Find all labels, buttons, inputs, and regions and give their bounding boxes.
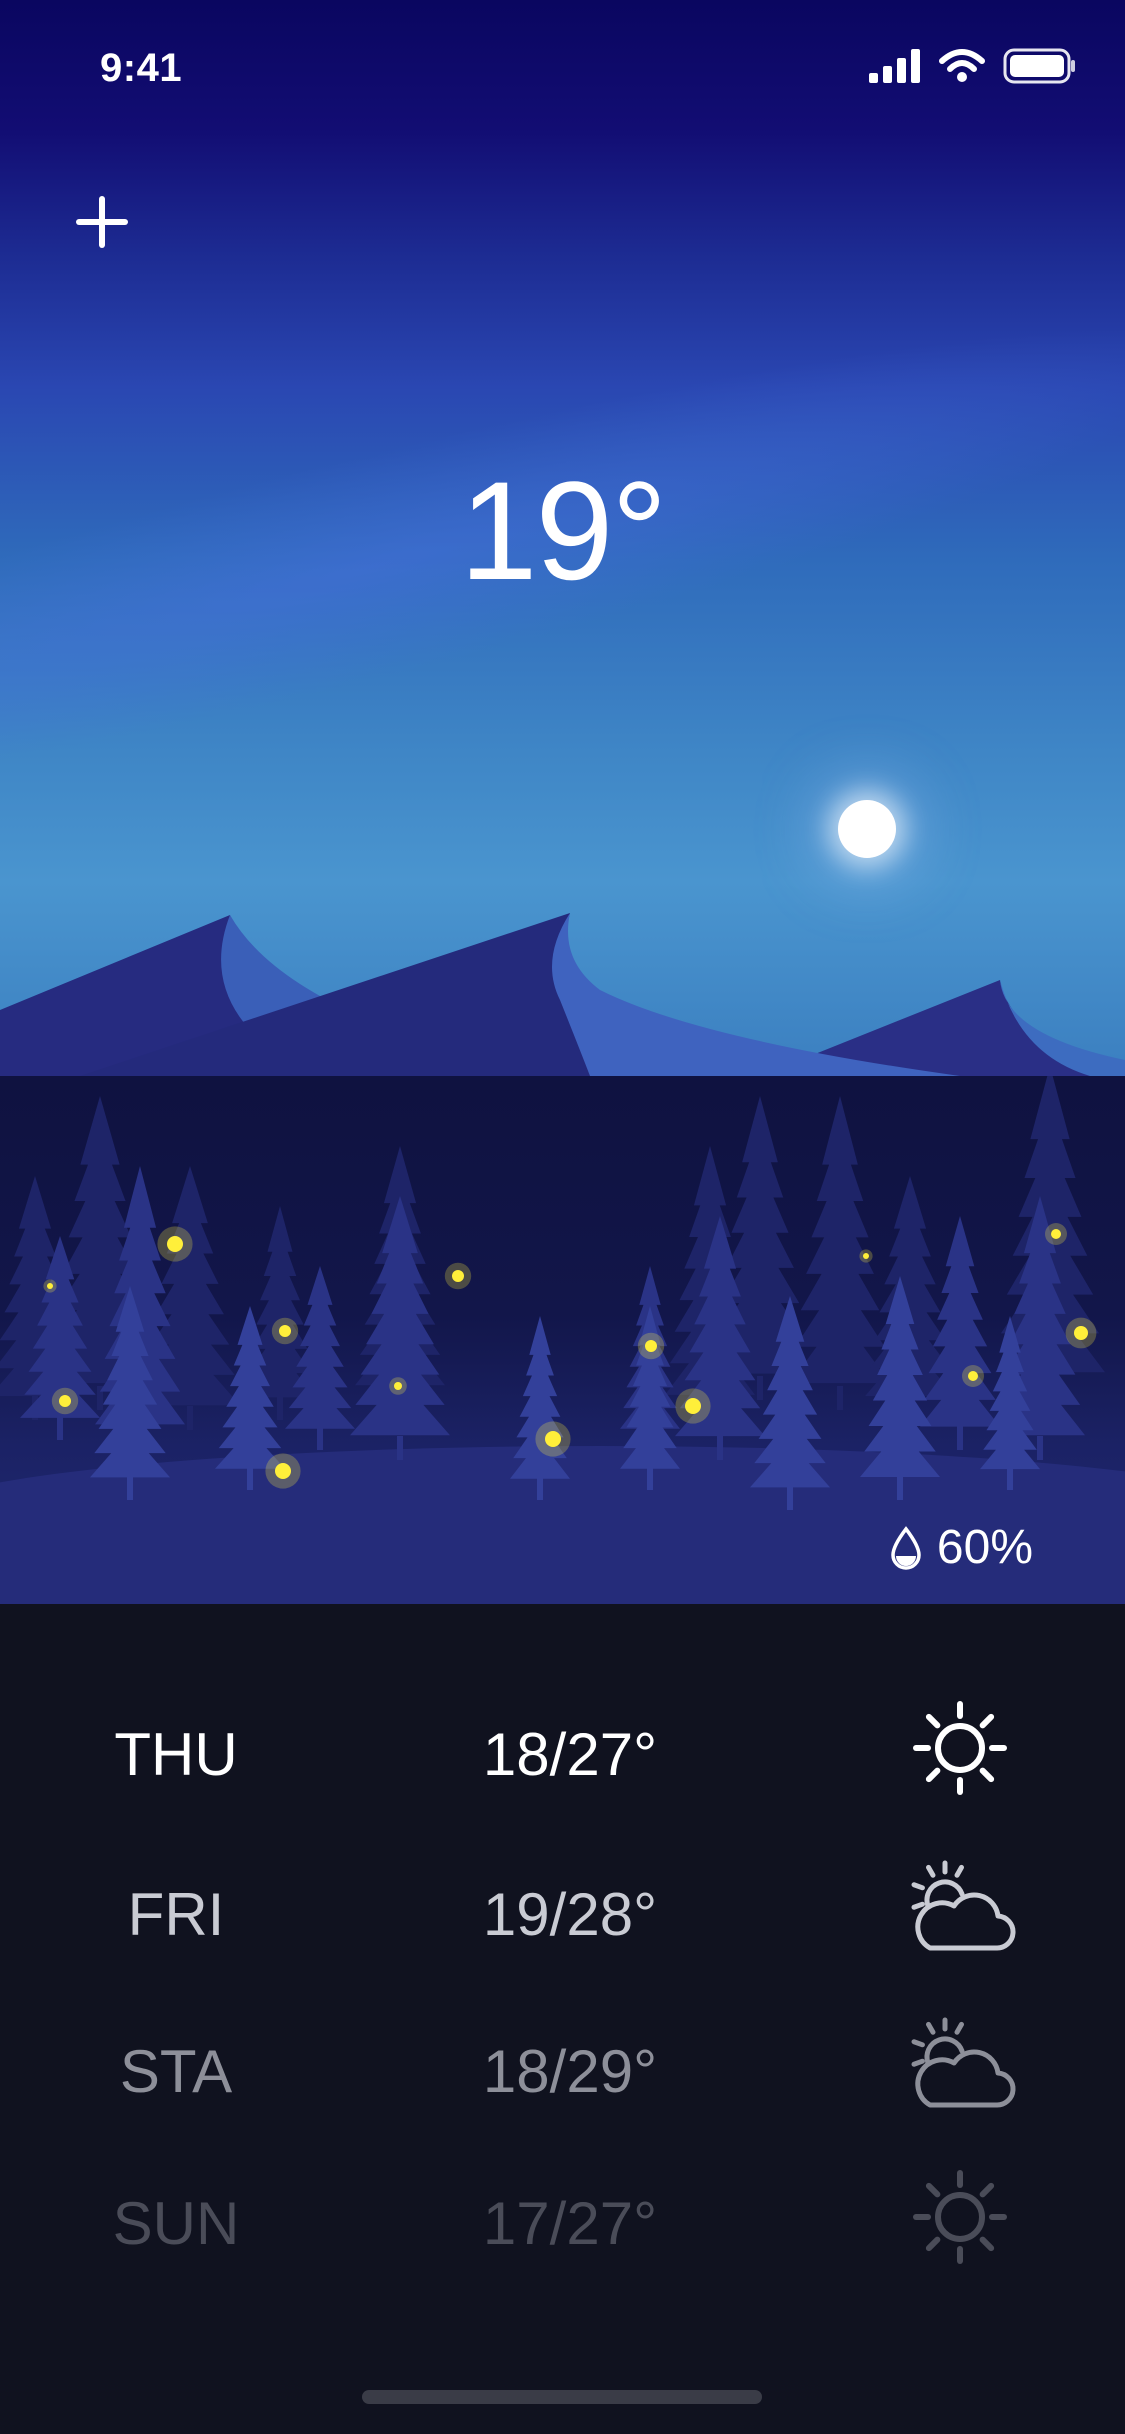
forecast-range: 17/27° [482,2190,658,2257]
temperature-value: 19 [459,452,614,609]
status-bar: 9:41 [0,0,1125,140]
forecast-row[interactable]: THU 18/27° [0,1680,1125,1820]
forecast-range: 18/27° [482,1721,658,1788]
forecast-day: SUN [112,2190,240,2257]
forecast-row[interactable]: FRI 19/28° [0,1840,1125,1980]
water-drop-icon [889,1525,923,1570]
sun-icon [900,2157,1020,2277]
moon [838,800,896,858]
cellular-signal-icon [869,49,921,83]
status-time: 9:41 [100,46,183,90]
forecast-row[interactable]: SUN 17/27° [0,2149,1125,2289]
partly-cloudy-icon [900,2005,1020,2125]
partly-cloudy-icon [900,1848,1020,1968]
forecast-day: STA [119,2038,233,2105]
sun-icon [900,1688,1020,1808]
humidity-indicator: 60% [889,1520,1033,1575]
forecast-day: FRI [127,1881,225,1948]
status-icons [869,48,1077,84]
current-temperature: 19° [0,450,1125,612]
forecast-day: THU [114,1721,238,1788]
forecast-range: 18/29° [482,2038,658,2105]
forecast-row[interactable]: STA 18/29° [0,1997,1125,2137]
plus-icon [70,190,134,254]
wifi-icon [939,49,985,83]
humidity-value: 60% [936,1521,1033,1574]
add-location-button[interactable] [70,190,134,254]
forecast-range: 19/28° [482,1881,658,1948]
home-indicator[interactable] [362,2390,762,2404]
battery-icon [1003,48,1077,84]
degree-symbol: ° [611,452,667,609]
